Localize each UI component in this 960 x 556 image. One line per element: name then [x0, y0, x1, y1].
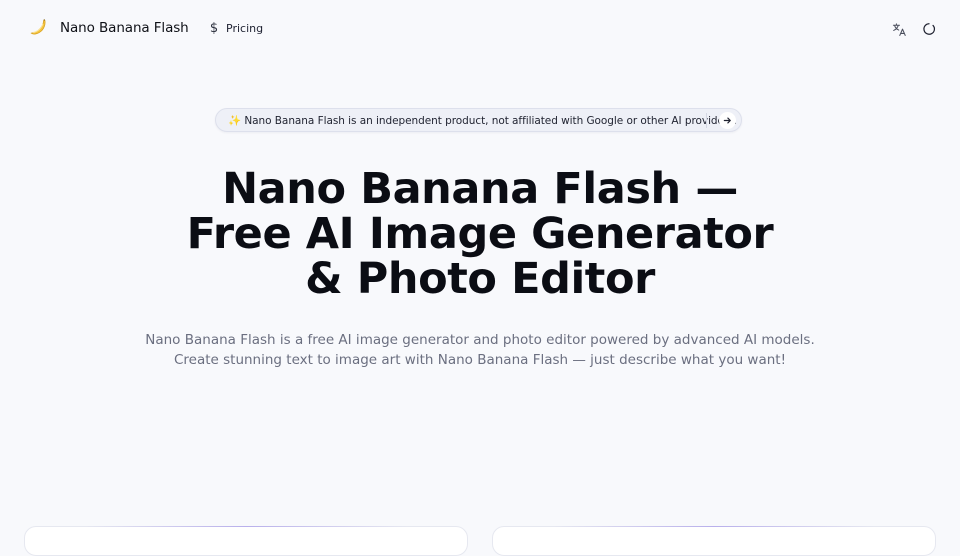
feature-card-right: [492, 526, 936, 556]
hero-title-line: Nano Banana Flash —: [222, 164, 738, 214]
hero-subtitle: Nano Banana Flash is a free AI image gen…: [80, 330, 880, 370]
hero-title-line: Free AI Image Generator: [186, 209, 774, 259]
sparkles-icon: ✨: [228, 114, 242, 127]
independence-notice-banner[interactable]: ✨ Nano Banana Flash is an independent pr…: [215, 108, 742, 132]
card-glow: [85, 526, 407, 527]
card-glow: [553, 526, 875, 527]
hero-title-line: & Photo Editor: [305, 254, 655, 304]
hero-subtitle-line: Nano Banana Flash is a free AI image gen…: [145, 332, 815, 348]
nav-pricing-link[interactable]: $ Pricing: [208, 21, 263, 36]
nav-pricing-label: Pricing: [226, 22, 264, 35]
notice-message: Nano Banana Flash is an independent prod…: [244, 114, 737, 127]
arrow-right-icon[interactable]: [719, 112, 736, 129]
notice-text: ✨ Nano Banana Flash is an independent pr…: [216, 114, 741, 127]
banana-icon: [29, 18, 48, 37]
hero-subtitle-line: Create stunning text to image art with N…: [173, 352, 787, 368]
hero-title: Nano Banana Flash — Free AI Image Genera…: [80, 167, 880, 302]
notice-divider: [706, 113, 707, 128]
feature-card-left: [24, 526, 468, 556]
top-navbar: Nano Banana Flash $ Pricing: [0, 0, 960, 60]
translate-icon[interactable]: [891, 21, 907, 37]
theme-toggle-icon[interactable]: [921, 21, 937, 37]
brand-name: Nano Banana Flash: [60, 19, 189, 36]
dollar-icon: $: [209, 21, 219, 36]
brand-home-link[interactable]: Nano Banana Flash: [29, 18, 189, 37]
